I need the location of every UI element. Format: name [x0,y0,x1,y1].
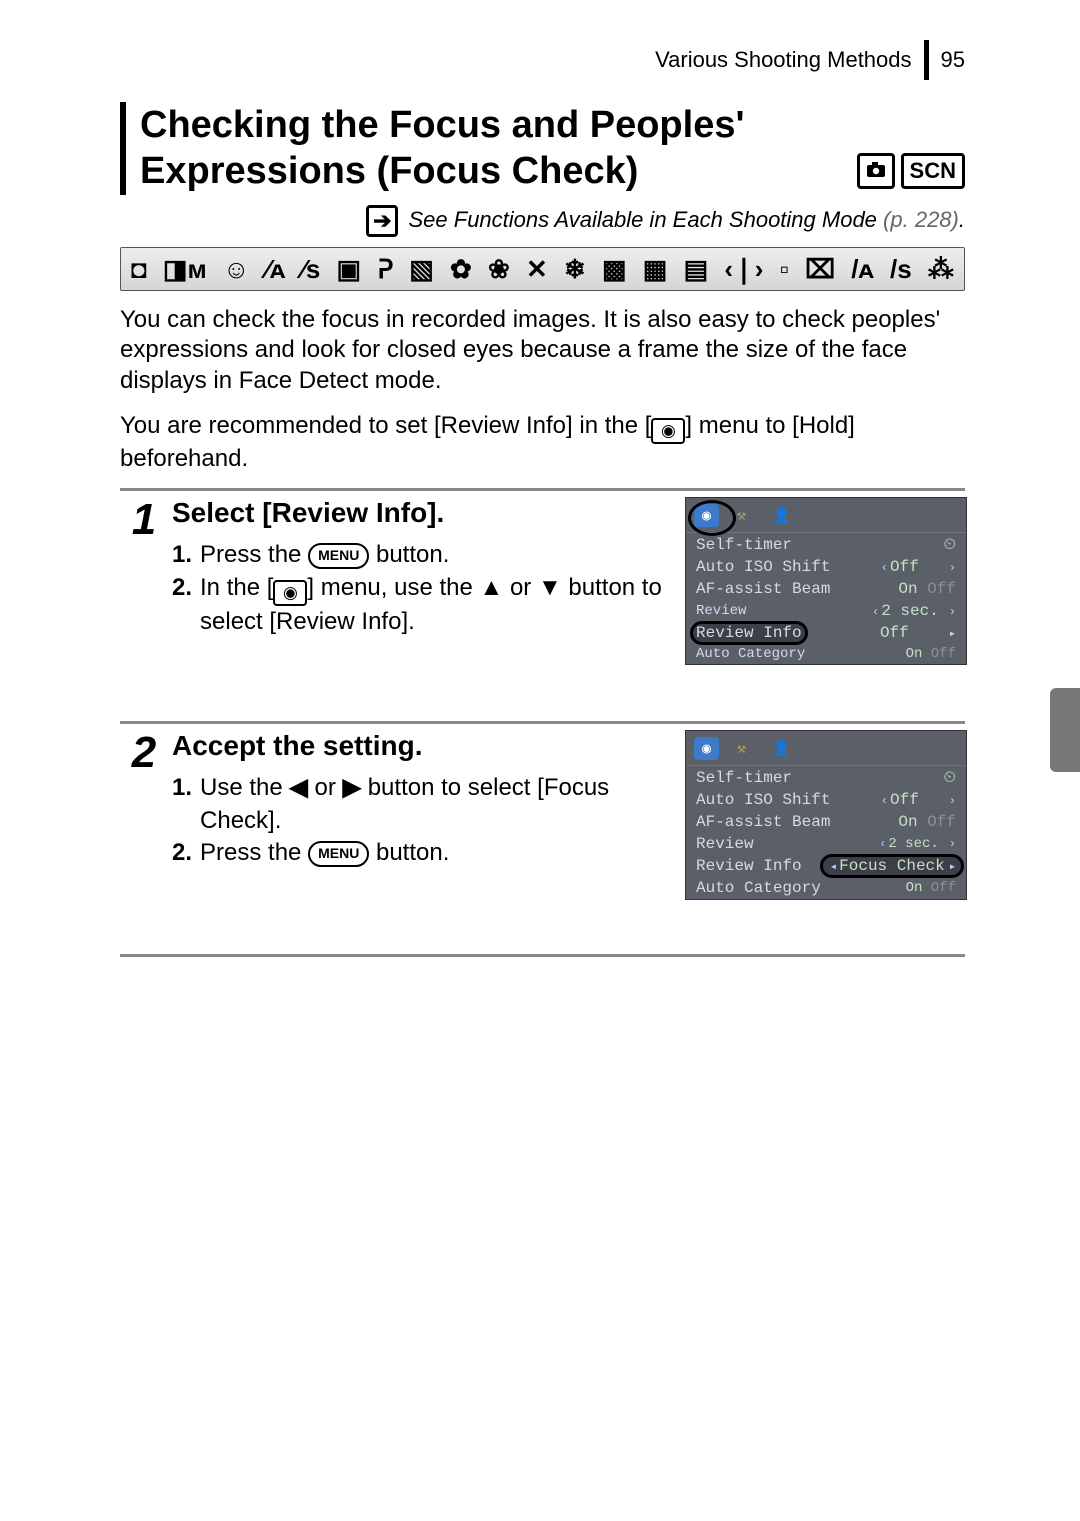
menu-button-icon: MENU [308,543,369,569]
section-name: Various Shooting Methods [655,47,911,73]
mode-icon: ❀ [488,256,510,282]
mode-icon: ᕈ [377,256,393,282]
camera-menu-icon: ◉ [651,418,685,444]
mode-icon: /ᴀ [851,256,874,282]
steps-table: 1 Select [Review Info]. 1. Press the MEN… [120,488,965,957]
mode-icon: ◘ [131,256,147,282]
right-arrow-icon: ▶ [343,774,361,801]
mode-icon: ▫ [780,256,789,282]
mode-icon: ✿ [450,256,472,282]
mode-icon: ‹❘› [724,256,763,282]
see-functions-note: ➔ See Functions Available in Each Shooti… [120,205,965,237]
header-separator [924,40,929,80]
title-row: Checking the Focus and Peoples' Expressi… [120,102,965,195]
mode-icon: ⁂ [928,256,954,282]
scn-mode-badge: SCN [901,153,965,189]
mode-icon: ⁄ᴀ [266,256,286,282]
mode-icon: ⌧ [805,256,835,282]
camera-icon [866,158,886,184]
page-number: 95 [941,47,965,73]
step-title: Accept the setting. [172,730,675,762]
mode-icon-strip: ◘ ◨ᴍ ☺ ⁄ᴀ ⁄s ▣ ᕈ ▧ ✿ ❀ ✕ ❄ ▩ ▦ ▤ ‹❘› ▫ ⌧… [120,247,965,291]
mode-icon: ◨ᴍ [163,256,207,282]
mode-icon: ▧ [409,256,434,282]
mode-icon: ✕ [526,256,548,282]
left-arrow-icon: ◀ [289,774,307,801]
mode-icon: ▩ [602,256,627,282]
lcd-tab-user: 👤 [764,504,799,527]
camera-menu-icon: ◉ [273,580,307,606]
lcd-tab-camera: ◉ [694,504,719,527]
mode-icon: ⁄s [302,256,321,282]
camera-lcd-screenshot: ◉ ⚒ 👤 Self-timer⏲ Auto ISO Shift‹Off› AF… [685,497,965,705]
substep: 1. Press the MENU button. [172,539,675,571]
camera-lcd-screenshot: ◉ ⚒ 👤 Self-timer⏲ Auto ISO Shift‹Off› AF… [685,730,965,938]
substep: 2. Press the MENU button. [172,837,675,869]
mode-icon: /s [890,256,912,282]
mode-icon: ▦ [643,256,668,282]
lcd-tab-camera: ◉ [694,737,719,760]
mode-icon: ▣ [337,256,362,282]
page-header: Various Shooting Methods 95 [120,40,965,80]
step-number: 1 [120,491,168,721]
lcd-tab-tools: ⚒ [729,737,754,760]
menu-button-icon: MENU [308,841,369,867]
down-arrow-icon: ▼ [538,574,562,601]
step-row: 2 Accept the setting. 1. Use the ◀ or ▶ … [120,724,965,957]
lcd-tab-user: 👤 [764,737,799,760]
arrow-right-icon: ➔ [366,205,398,237]
review-info-label-highlight: Review Info [696,624,802,642]
mode-icon: ▤ [684,256,709,282]
step-title: Select [Review Info]. [172,497,675,529]
intro-paragraph-2: You are recommended to set [Review Info]… [120,411,965,475]
intro-paragraph-1: You can check the focus in recorded imag… [120,305,965,397]
focus-check-value-highlight: ◂ Focus Check ▸ [828,857,956,875]
up-arrow-icon: ▲ [480,574,504,601]
substep: 2. In the [◉] menu, use the ▲ or ▼ butto… [172,572,675,639]
page-title: Checking the Focus and Peoples' Expressi… [140,102,857,195]
step-row: 1 Select [Review Info]. 1. Press the MEN… [120,491,965,724]
mode-badges: SCN [857,153,965,195]
mode-icon: ☺ [223,256,250,282]
step-number: 2 [120,724,168,954]
substep: 1. Use the ◀ or ▶ button to select [Focu… [172,772,675,837]
camera-mode-badge [857,153,895,189]
mode-icon: ❄ [564,256,586,282]
side-thumb-tab [1050,688,1080,772]
